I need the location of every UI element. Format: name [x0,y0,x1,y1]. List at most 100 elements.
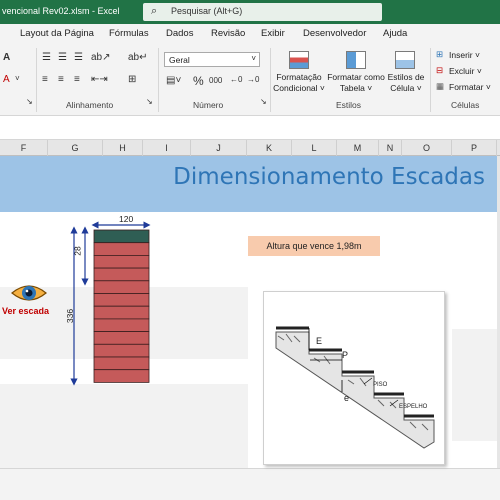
align-bottom-icon[interactable]: ☰ [74,52,83,63]
number-format-select[interactable]: Geral ˅ [164,52,260,67]
font-dialog-launcher-icon[interactable]: ↘ [26,97,33,106]
insert-button[interactable]: Inserir ˅ [449,50,480,60]
wrap-text-icon[interactable]: ab↵ [128,52,148,63]
stair-step [93,343,150,358]
tab-developer[interactable]: Desenvolvedor [303,28,366,39]
cell-styles-button[interactable]: Estilos de Célula ˅ [385,72,427,94]
format-icon[interactable]: ▦ [436,81,444,92]
format-as-table-button[interactable]: Formatar como Tabela ˅ [326,72,386,94]
top-step [93,229,150,244]
stair-step [93,331,150,345]
group-label-alignment: Alinhamento [66,100,114,110]
ribbon-tabs: Layout da Página Fórmulas Dados Revisão … [0,24,500,44]
column-header-k[interactable]: K [247,140,292,156]
title-banner: Dimensionamento Escadas [0,156,497,212]
total-height-label: 336 [65,308,76,324]
column-headers: F G H I J K L M N O P [0,140,500,156]
ver-escada-label[interactable]: Ver escada [2,306,49,316]
gray-panel-right [452,329,497,441]
stair-step [93,293,150,307]
number-format-value: Geral [169,55,190,65]
tab-formulas[interactable]: Fórmulas [109,28,149,39]
delete-icon[interactable]: ⊟ [436,65,443,76]
column-header-i[interactable]: I [143,140,191,156]
window-title: vencional Rev02.xlsm - Excel [2,6,120,16]
group-label-number: Número [193,100,224,110]
ver-escada-eye-button[interactable] [10,282,48,304]
column-header-n[interactable]: N [379,140,402,156]
stair-section-picture[interactable]: E P e PISO ESPELHO [263,291,445,465]
column-header-l[interactable]: L [292,140,337,156]
align-center-icon[interactable]: ≡ [58,74,64,85]
merge-center-icon[interactable]: ⊞ [128,74,136,85]
decrease-decimal-icon[interactable]: →0 [247,75,259,84]
column-header-g[interactable]: G [48,140,103,156]
sheet-title: Dimensionamento Escadas [173,164,485,190]
sheet-tabs-bar[interactable] [0,468,500,500]
stair-step [93,318,150,333]
tab-review[interactable]: Revisão [211,28,245,39]
thousands-separator-icon[interactable]: 000 [209,76,222,85]
stair-step [93,280,150,294]
stair-step [93,255,150,269]
chevron-down-icon: ˅ [251,54,256,63]
align-middle-icon[interactable]: ☰ [58,52,67,63]
currency-icon[interactable]: ▤˅ [166,75,181,86]
tread-label: P [342,350,349,360]
stair-step [93,305,150,320]
delete-button[interactable]: Excluir ˅ [449,66,482,76]
chevron-down-icon[interactable]: ˅ [15,74,20,83]
stair-step [93,267,150,282]
align-right-icon[interactable]: ≡ [74,74,80,85]
stair-step [93,242,150,256]
align-top-icon[interactable]: ☰ [42,52,51,63]
ribbon: A A ˅ ↘ ☰ ☰ ☰ ab↗ ≡ ≡ ≡ ⇤⇥ ab↵ ⊞ ↘ Alinh… [0,44,500,116]
search-placeholder: Pesquisar (Alt+G) [171,6,243,16]
group-label-cells: Células [451,100,480,110]
stair-section-drawing [275,326,435,449]
format-button[interactable]: Formatar ˅ [449,82,491,92]
tab-data[interactable]: Dados [166,28,193,39]
format-as-table-icon[interactable] [346,51,366,69]
eye-icon [11,285,47,301]
indent-icon[interactable]: ⇤⇥ [91,74,108,85]
font-color-icon[interactable]: A [3,74,10,85]
increase-decimal-icon[interactable]: ←0 [230,75,242,84]
height-label-box: Altura que vence 1,98m [248,236,380,256]
align-left-icon[interactable]: ≡ [42,74,48,85]
stair-elevation-drawing [70,221,151,386]
column-header-o[interactable]: O [402,140,452,156]
stair-width-label: 120 [119,214,134,224]
alignment-dialog-launcher-icon[interactable]: ↘ [146,97,153,106]
search-box[interactable]: ⌕ Pesquisar (Alt+G) [143,3,382,21]
column-header-m[interactable]: M [337,140,379,156]
insert-icon[interactable]: ⊞ [436,49,443,60]
search-icon: ⌕ [151,5,158,17]
stair-step [93,369,150,383]
tab-layout[interactable]: Layout da Página [20,28,94,39]
group-label-styles: Estilos [336,100,362,110]
tread-callout: PISO [373,382,388,388]
orientation-icon[interactable]: ab↗ [91,52,111,63]
percent-icon[interactable]: % [193,74,204,88]
divider [270,48,271,112]
formula-bar-area[interactable] [0,116,500,140]
tab-view[interactable]: Exibir [261,28,285,39]
divider [36,48,37,112]
riser-callout: ESPELHO [399,404,428,410]
riser-label-lower: e [344,393,350,403]
column-header-h[interactable]: H [103,140,143,156]
step-height-label: 28 [72,246,83,256]
column-header-p[interactable]: P [452,140,497,156]
column-header-j[interactable]: J [191,140,247,156]
gray-panel-bottom [0,384,248,468]
bold-icon[interactable]: A [3,52,10,63]
tab-help[interactable]: Ajuda [383,28,407,39]
cell-styles-icon[interactable] [395,51,415,69]
divider [158,48,159,112]
column-header-f[interactable]: F [0,140,48,156]
conditional-formatting-icon[interactable] [289,51,309,69]
number-dialog-launcher-icon[interactable]: ↘ [260,97,267,106]
conditional-formatting-button[interactable]: Formatação Condicional ˅ [272,72,326,94]
title-bar: vencional Rev02.xlsm - Excel ⌕ Pesquisar… [0,0,500,24]
